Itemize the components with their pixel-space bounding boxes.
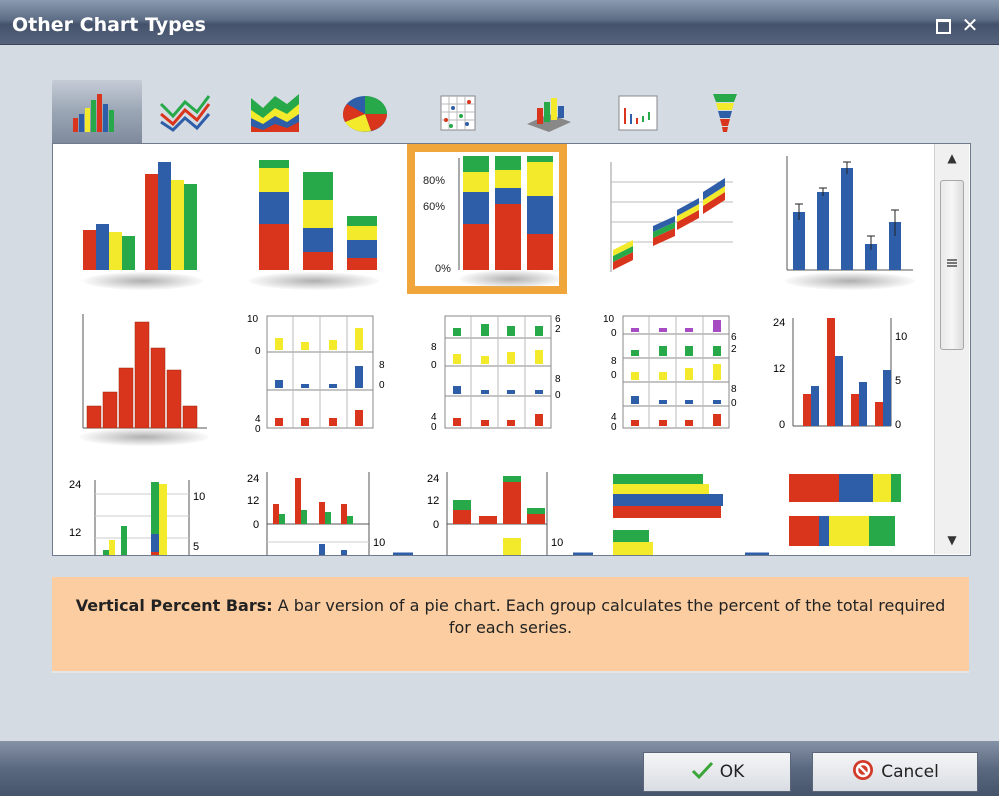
axis-label-0: 0% [435, 263, 451, 275]
svg-text:10: 10 [247, 314, 259, 325]
svg-text:10: 10 [895, 331, 907, 343]
svg-text:10: 10 [551, 537, 563, 549]
chart-type-gallery: 80% 60% 0% 10 0 8 0 4 0 6 2 8 0 8 0 4 0 … [52, 143, 971, 556]
tab-scatter-charts[interactable] [412, 80, 502, 144]
svg-text:24: 24 [69, 479, 81, 491]
svg-text:0: 0 [433, 519, 439, 531]
svg-text:8: 8 [611, 356, 617, 367]
ok-button-label: OK [719, 762, 745, 782]
chart-type-dual-axis-stacked[interactable]: 24 12 10 5 [59, 474, 219, 555]
svg-text:0: 0 [731, 398, 737, 409]
chart-type-dual-axis-clustered[interactable]: 24 12 0 10 [243, 466, 413, 555]
tab-bar-charts[interactable] [52, 80, 142, 144]
svg-text:5: 5 [895, 375, 901, 387]
svg-text:8: 8 [731, 384, 737, 395]
svg-text:0: 0 [431, 360, 437, 371]
chart-type-clustered-bars[interactable] [73, 152, 233, 302]
cancel-icon [851, 758, 875, 787]
funnel-chart-icon [713, 94, 737, 132]
chart-type-stacked-bars[interactable] [243, 152, 403, 302]
title-bar: Other Chart Types ✕ [0, 0, 999, 45]
svg-text:0: 0 [779, 419, 785, 431]
svg-text:12: 12 [773, 363, 785, 375]
chart-type-multi-panel-bars-3[interactable]: 10 0 6 2 8 0 8 0 4 0 [601, 310, 761, 460]
chart-type-multi-panel-bars[interactable]: 10 0 8 0 4 0 [243, 310, 403, 460]
tab-stock-charts[interactable] [592, 80, 682, 144]
svg-text:10: 10 [373, 537, 385, 549]
svg-text:0: 0 [555, 390, 561, 401]
svg-text:2: 2 [731, 344, 737, 355]
maximize-button[interactable] [933, 16, 953, 36]
svg-text:24: 24 [427, 473, 439, 485]
chart-type-multi-panel-bars-2[interactable]: 6 2 8 0 8 0 4 0 [423, 310, 583, 460]
gallery-scrollbar[interactable]: ▲ ▼ [934, 144, 969, 554]
svg-text:10: 10 [193, 491, 205, 503]
svg-text:8: 8 [555, 374, 561, 385]
axis-label-80: 80% [423, 175, 445, 187]
svg-text:0: 0 [611, 422, 617, 433]
tab-pie-charts[interactable] [320, 80, 410, 144]
chart-type-description: Vertical Percent Bars: A bar version of … [52, 577, 969, 673]
pie-chart-icon [342, 96, 387, 132]
svg-text:12: 12 [247, 495, 259, 507]
chart-type-horizontal-stacked-bars[interactable] [785, 466, 945, 555]
svg-text:12: 12 [427, 495, 439, 507]
svg-text:0: 0 [611, 328, 617, 339]
stock-chart-icon [618, 95, 658, 131]
svg-text:5: 5 [193, 541, 199, 553]
area-chart-icon [251, 94, 299, 132]
tab-3d-charts[interactable] [504, 80, 594, 144]
svg-text:0: 0 [895, 419, 901, 431]
svg-text:0: 0 [431, 422, 437, 433]
chart-type-3d-stacked-steps[interactable] [603, 152, 763, 302]
checkmark-icon [690, 760, 714, 785]
scroll-up-arrow-icon[interactable]: ▲ [935, 144, 969, 172]
axis-label-60: 60% [423, 201, 445, 213]
chart-type-vertical-percent-bars[interactable]: 80% 60% 0% [407, 144, 575, 302]
cancel-button-label: Cancel [881, 762, 939, 782]
svg-text:12: 12 [69, 527, 81, 539]
chart-category-tabs [52, 80, 772, 144]
svg-text:8: 8 [379, 360, 385, 371]
chart-type-dual-axis-bars[interactable]: 24 12 0 10 5 0 [771, 310, 931, 460]
svg-text:10: 10 [603, 314, 615, 325]
svg-text:0: 0 [253, 519, 259, 531]
tab-line-charts[interactable] [140, 80, 230, 144]
bar-chart-icon [73, 94, 114, 132]
window-title: Other Chart Types [12, 14, 206, 36]
svg-text:0: 0 [379, 380, 385, 391]
tab-funnel-charts[interactable] [680, 80, 770, 144]
svg-text:8: 8 [431, 342, 437, 353]
description-text: A bar version of a pie chart. Each group… [272, 596, 946, 637]
scroll-down-arrow-icon[interactable]: ▼ [935, 526, 969, 554]
description-heading: Vertical Percent Bars: [75, 596, 273, 615]
3d-bar-chart-icon [527, 98, 571, 132]
svg-text:2: 2 [555, 324, 561, 335]
tab-area-charts[interactable] [230, 80, 320, 144]
svg-text:6: 6 [731, 332, 737, 343]
ok-button[interactable]: OK [643, 752, 791, 792]
chart-type-dual-axis-stacked-2[interactable]: 24 12 0 10 [423, 466, 593, 555]
svg-text:24: 24 [773, 317, 785, 329]
grip-icon [947, 259, 957, 267]
svg-text:0: 0 [255, 346, 261, 357]
cancel-button[interactable]: Cancel [812, 752, 978, 792]
line-chart-icon [159, 95, 211, 132]
close-button[interactable]: ✕ [960, 15, 980, 35]
chart-type-histogram[interactable] [73, 310, 233, 460]
scatter-chart-icon [440, 95, 476, 131]
scrollbar-thumb[interactable] [940, 180, 964, 350]
chart-type-horizontal-bars[interactable] [609, 466, 769, 555]
svg-text:0: 0 [611, 370, 617, 381]
chart-type-error-bars[interactable] [783, 152, 943, 302]
svg-text:24: 24 [247, 473, 259, 485]
svg-text:0: 0 [255, 424, 261, 435]
